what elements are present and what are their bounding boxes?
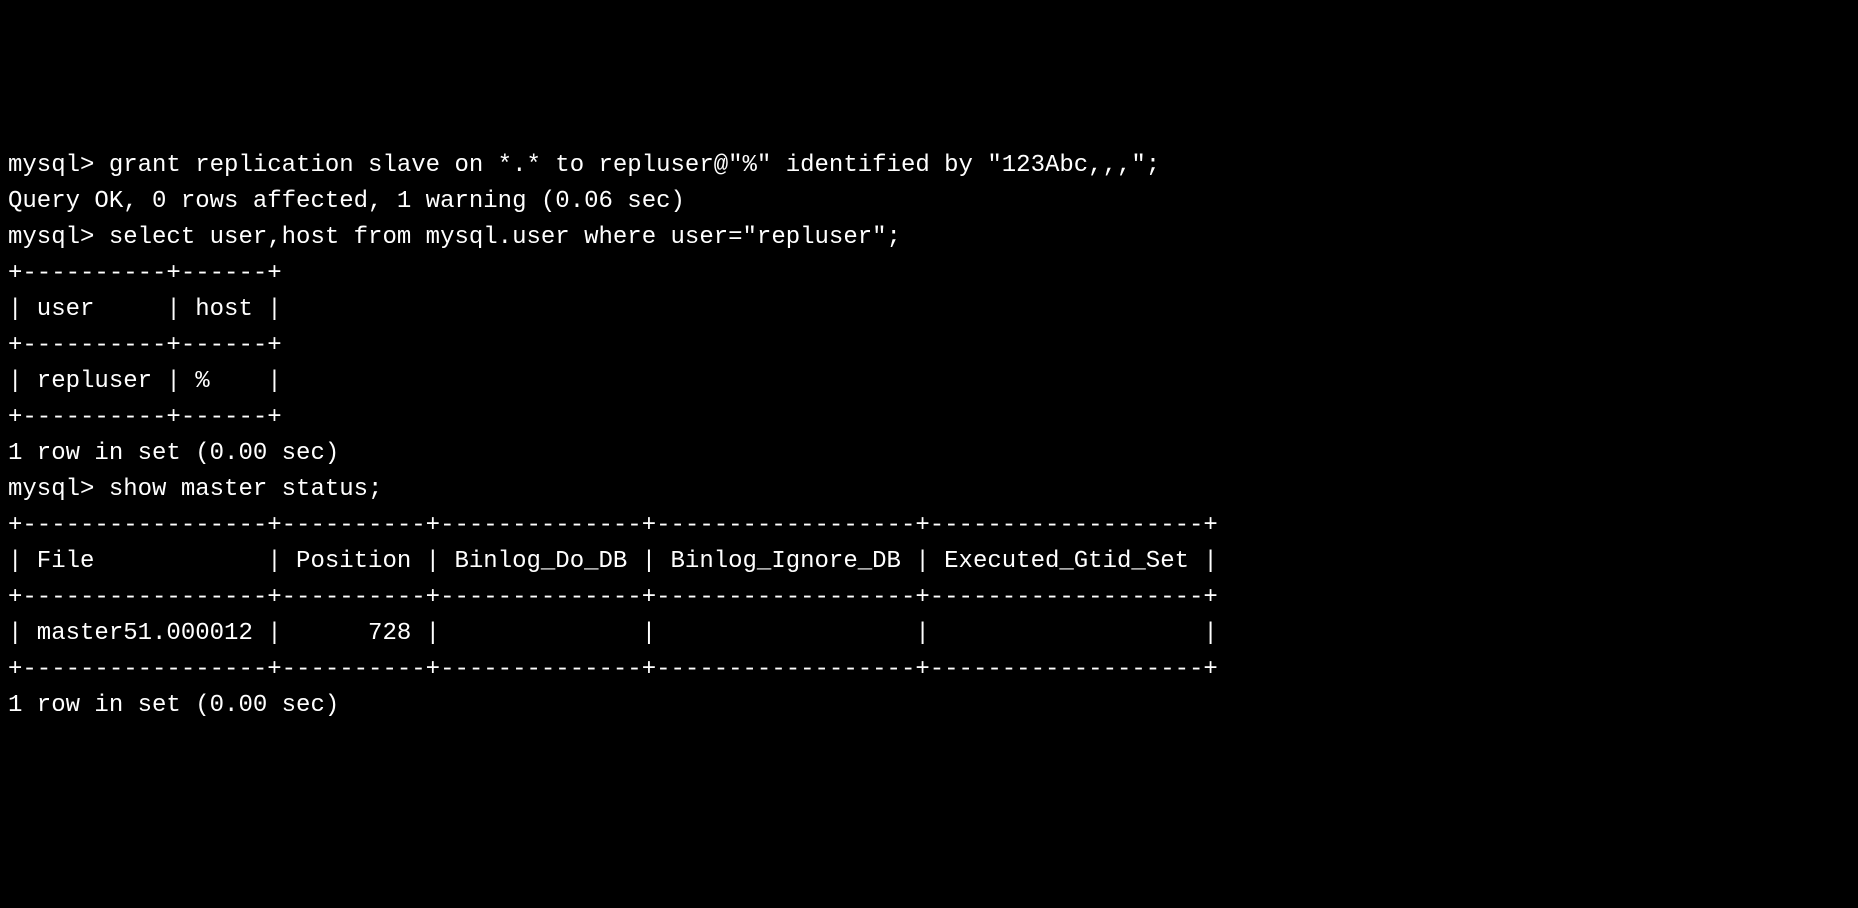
terminal-line: | user | host | bbox=[8, 292, 1850, 328]
terminal-line: mysql> show master status; bbox=[8, 472, 1850, 508]
terminal-line: mysql> grant replication slave on *.* to… bbox=[8, 148, 1850, 184]
terminal-line: +----------+------+ bbox=[8, 256, 1850, 292]
terminal-line: +-----------------+----------+----------… bbox=[8, 580, 1850, 616]
terminal-line: 1 row in set (0.00 sec) bbox=[8, 688, 1850, 724]
terminal-line: +----------+------+ bbox=[8, 400, 1850, 436]
terminal-line: | repluser | % | bbox=[8, 364, 1850, 400]
terminal-line: mysql> select user,host from mysql.user … bbox=[8, 220, 1850, 256]
terminal-line: +----------+------+ bbox=[8, 328, 1850, 364]
terminal-line: Query OK, 0 rows affected, 1 warning (0.… bbox=[8, 184, 1850, 220]
terminal-line: 1 row in set (0.00 sec) bbox=[8, 436, 1850, 472]
terminal-line: | File | Position | Binlog_Do_DB | Binlo… bbox=[8, 544, 1850, 580]
terminal-output[interactable]: mysql> grant replication slave on *.* to… bbox=[8, 148, 1850, 724]
terminal-line: +-----------------+----------+----------… bbox=[8, 508, 1850, 544]
terminal-line: +-----------------+----------+----------… bbox=[8, 652, 1850, 688]
terminal-line: | master51.000012 | 728 | | | | bbox=[8, 616, 1850, 652]
